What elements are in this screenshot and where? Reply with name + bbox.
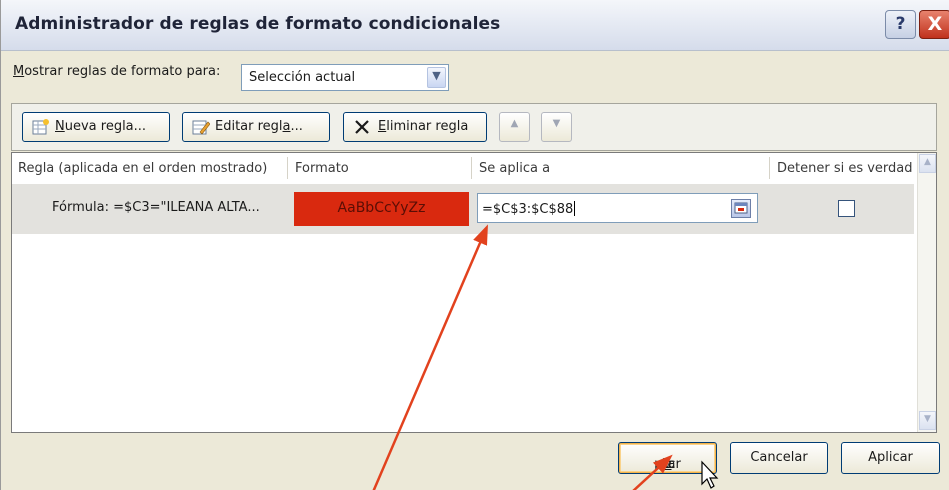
annotation-overlay (372, 224, 673, 490)
annotation-arrow (372, 224, 488, 490)
annotation-arrow (632, 454, 673, 490)
